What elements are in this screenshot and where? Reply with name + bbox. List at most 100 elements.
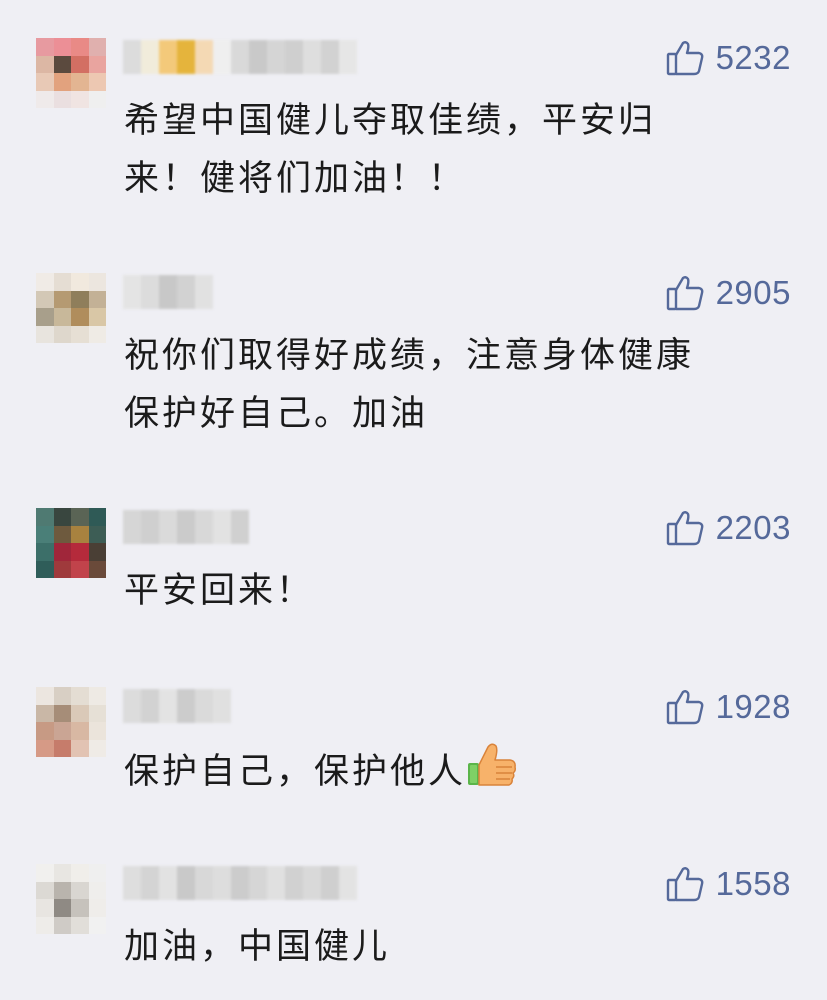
avatar-pixel (71, 543, 89, 561)
username-pixel (177, 275, 195, 309)
username-blurred[interactable] (123, 510, 249, 544)
username-pixel (159, 275, 177, 309)
avatar-pixel (36, 73, 54, 91)
avatar[interactable] (36, 508, 106, 578)
username-pixel (213, 866, 231, 900)
username-pixel (249, 866, 267, 900)
username-pixel (285, 866, 303, 900)
avatar-pixel (88, 508, 106, 526)
username-pixel (195, 866, 213, 900)
username-pixel (339, 866, 357, 900)
avatar-pixel (53, 525, 71, 543)
username-pixel (177, 866, 195, 900)
avatar-pixel (88, 864, 106, 882)
thumbs-up-icon (666, 689, 704, 725)
username-pixel (213, 40, 231, 74)
comment-text: 希望中国健儿夺取佳绩，平安归 来！健将们加油！！ (124, 92, 764, 208)
avatar[interactable] (36, 687, 106, 757)
avatar-pixel (53, 739, 71, 757)
username-pixel (159, 510, 177, 544)
avatar[interactable] (36, 864, 106, 934)
username-pixel (303, 866, 321, 900)
avatar-pixel (53, 290, 71, 308)
avatar-pixel (36, 308, 54, 326)
avatar-pixel (53, 90, 71, 108)
avatar[interactable] (36, 38, 106, 108)
avatar-pixel (36, 273, 54, 291)
username-blurred[interactable] (123, 40, 357, 74)
thumbs-up-icon (666, 40, 704, 76)
username-pixel (195, 689, 213, 723)
username-pixel (321, 866, 339, 900)
avatar-pixel (53, 508, 71, 526)
avatar-pixel (36, 55, 54, 73)
username-pixel (267, 866, 285, 900)
username-pixel (213, 689, 231, 723)
like-button[interactable]: 2905 (666, 274, 791, 311)
avatar-pixel (88, 73, 106, 91)
username-pixel (321, 40, 339, 74)
avatar-pixel (36, 90, 54, 108)
username-pixel (159, 40, 177, 74)
username-blurred[interactable] (123, 866, 357, 900)
username-pixel (285, 40, 303, 74)
avatar-pixel (36, 864, 54, 882)
username-blurred[interactable] (123, 689, 231, 723)
username-blurred[interactable] (123, 275, 213, 309)
username-pixel (231, 510, 249, 544)
avatar-pixel (88, 899, 106, 917)
avatar-pixel (88, 325, 106, 343)
like-count: 5232 (715, 39, 791, 76)
username-pixel (177, 510, 195, 544)
avatar-pixel (71, 90, 89, 108)
avatar-pixel (88, 687, 106, 705)
avatar[interactable] (36, 273, 106, 343)
comment-text-line: 加油，中国健儿 (124, 927, 391, 967)
avatar-pixel (88, 525, 106, 543)
comment-text-line: 希望中国健儿夺取佳绩，平安归 (124, 101, 657, 141)
avatar-pixel (36, 881, 54, 899)
avatar-pixel (71, 55, 89, 73)
username-pixel (123, 689, 141, 723)
comment-text: 祝你们取得好成绩，注意身体健康 保护好自己。加油 (124, 327, 764, 443)
avatar-pixel (71, 308, 89, 326)
avatar-pixel (88, 704, 106, 722)
username-pixel (123, 866, 141, 900)
username-pixel (303, 40, 321, 74)
avatar-pixel (53, 38, 71, 56)
username-pixel (123, 275, 141, 309)
like-button[interactable]: 2203 (666, 509, 791, 546)
comment-text-line: 保护好自己。加油 (124, 394, 429, 434)
avatar-pixel (71, 38, 89, 56)
username-pixel (231, 40, 249, 74)
avatar-pixel (53, 55, 71, 73)
like-button[interactable]: 5232 (666, 39, 791, 76)
username-pixel (213, 510, 231, 544)
avatar-pixel (71, 687, 89, 705)
username-pixel (177, 689, 195, 723)
avatar-pixel (53, 543, 71, 561)
avatar-pixel (88, 90, 106, 108)
username-pixel (141, 510, 159, 544)
avatar-pixel (53, 325, 71, 343)
username-pixel (159, 689, 177, 723)
avatar-pixel (53, 704, 71, 722)
avatar-pixel (71, 722, 89, 740)
comment-text-line: 祝你们取得好成绩，注意身体健康 (124, 336, 695, 376)
username-pixel (177, 40, 195, 74)
avatar-pixel (71, 739, 89, 757)
username-pixel (339, 40, 357, 74)
avatar-pixel (36, 508, 54, 526)
like-count: 2905 (715, 274, 791, 311)
like-button[interactable]: 1558 (666, 865, 791, 902)
username-pixel (249, 40, 267, 74)
avatar-pixel (88, 273, 106, 291)
thumbs-up-icon (666, 510, 704, 546)
avatar-pixel (53, 864, 71, 882)
username-pixel (231, 866, 249, 900)
comment-text-line: 平安回来！ (124, 571, 315, 611)
avatar-pixel (36, 899, 54, 917)
avatar-pixel (71, 881, 89, 899)
like-button[interactable]: 1928 (666, 688, 791, 725)
avatar-pixel (36, 38, 54, 56)
